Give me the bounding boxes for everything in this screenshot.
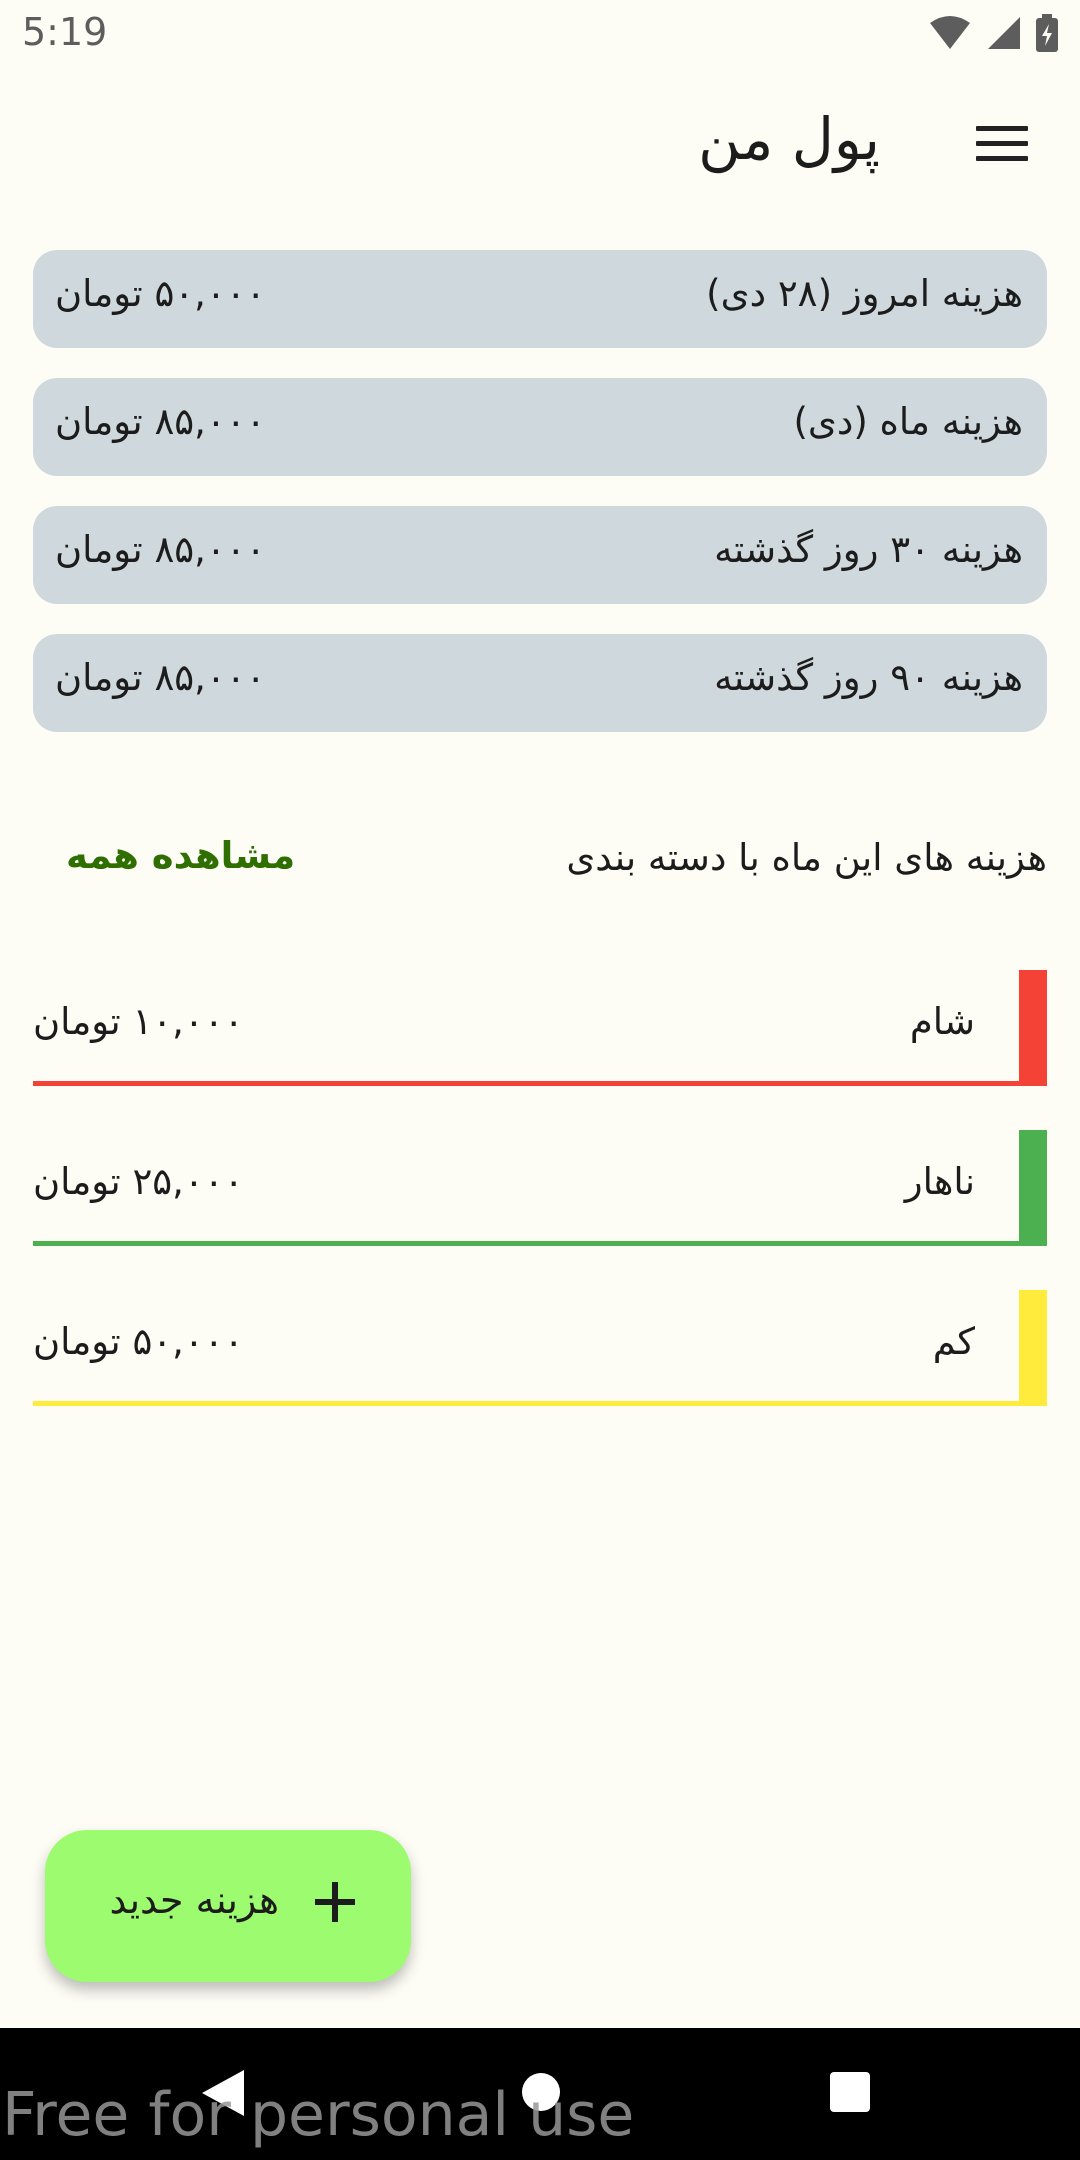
categories-section-header: هزینه های این ماه با دسته بندی مشاهده هم…: [33, 830, 1047, 890]
summary-list: هزینه امروز (۲۸ دی) ۵۰,۰۰۰ تومان هزینه م…: [33, 250, 1047, 762]
summary-label: هزینه ماه (دی): [793, 400, 1023, 443]
summary-value: ۸۵,۰۰۰ تومان: [55, 656, 266, 699]
menu-line: [976, 156, 1028, 161]
recents-icon[interactable]: [830, 2072, 870, 2112]
summary-card-month[interactable]: هزینه ماه (دی) ۸۵,۰۰۰ تومان: [33, 378, 1047, 476]
status-icons: [928, 14, 1058, 52]
watermark: Free for personal use: [2, 2080, 635, 2150]
summary-label: هزینه ۹۰ روز گذشته: [714, 656, 1023, 699]
summary-card-90-days[interactable]: هزینه ۹۰ روز گذشته ۸۵,۰۰۰ تومان: [33, 634, 1047, 732]
category-name: شام: [909, 1000, 975, 1043]
summary-label: هزینه امروز (۲۸ دی): [706, 272, 1023, 315]
status-bar: 5:19: [0, 0, 1080, 66]
new-expense-label: هزینه جدید: [109, 1878, 279, 1922]
summary-value: ۸۵,۰۰۰ تومان: [55, 528, 266, 571]
category-list: شام ۱۰,۰۰۰ تومان ناهار ۲۵,۰۰۰ تومان کم ۵…: [33, 970, 1047, 1450]
summary-label: هزینه ۳۰ روز گذشته: [714, 528, 1023, 571]
summary-card-today[interactable]: هزینه امروز (۲۸ دی) ۵۰,۰۰۰ تومان: [33, 250, 1047, 348]
summary-value: ۵۰,۰۰۰ تومان: [55, 272, 266, 315]
wifi-icon: [930, 16, 970, 49]
category-name: ناهار: [904, 1160, 975, 1203]
battery-charging-icon: [1036, 14, 1058, 52]
menu-line: [976, 141, 1028, 146]
menu-line: [976, 126, 1028, 131]
category-row[interactable]: ناهار ۲۵,۰۰۰ تومان: [33, 1130, 1047, 1246]
signal-icon: [988, 17, 1020, 49]
category-row[interactable]: کم ۵۰,۰۰۰ تومان: [33, 1290, 1047, 1406]
menu-icon[interactable]: [976, 126, 1028, 166]
plus-icon: [315, 1882, 355, 1922]
view-all-link[interactable]: مشاهده همه: [66, 834, 295, 877]
section-title: هزینه های این ماه با دسته بندی: [566, 836, 1047, 879]
summary-card-30-days[interactable]: هزینه ۳۰ روز گذشته ۸۵,۰۰۰ تومان: [33, 506, 1047, 604]
category-name: کم: [932, 1320, 975, 1363]
category-row[interactable]: شام ۱۰,۰۰۰ تومان: [33, 970, 1047, 1086]
category-color-bar: [1019, 1130, 1047, 1246]
status-time: 5:19: [22, 10, 108, 54]
app-title: پول من: [698, 105, 880, 173]
category-amount: ۵۰,۰۰۰ تومان: [33, 1320, 244, 1363]
category-color-bar: [1019, 970, 1047, 1086]
category-color-bar: [1019, 1290, 1047, 1406]
new-expense-button[interactable]: هزینه جدید: [45, 1830, 411, 1982]
category-amount: ۲۵,۰۰۰ تومان: [33, 1160, 244, 1203]
app-bar: پول من: [0, 90, 1080, 200]
summary-value: ۸۵,۰۰۰ تومان: [55, 400, 266, 443]
category-amount: ۱۰,۰۰۰ تومان: [33, 1000, 244, 1043]
